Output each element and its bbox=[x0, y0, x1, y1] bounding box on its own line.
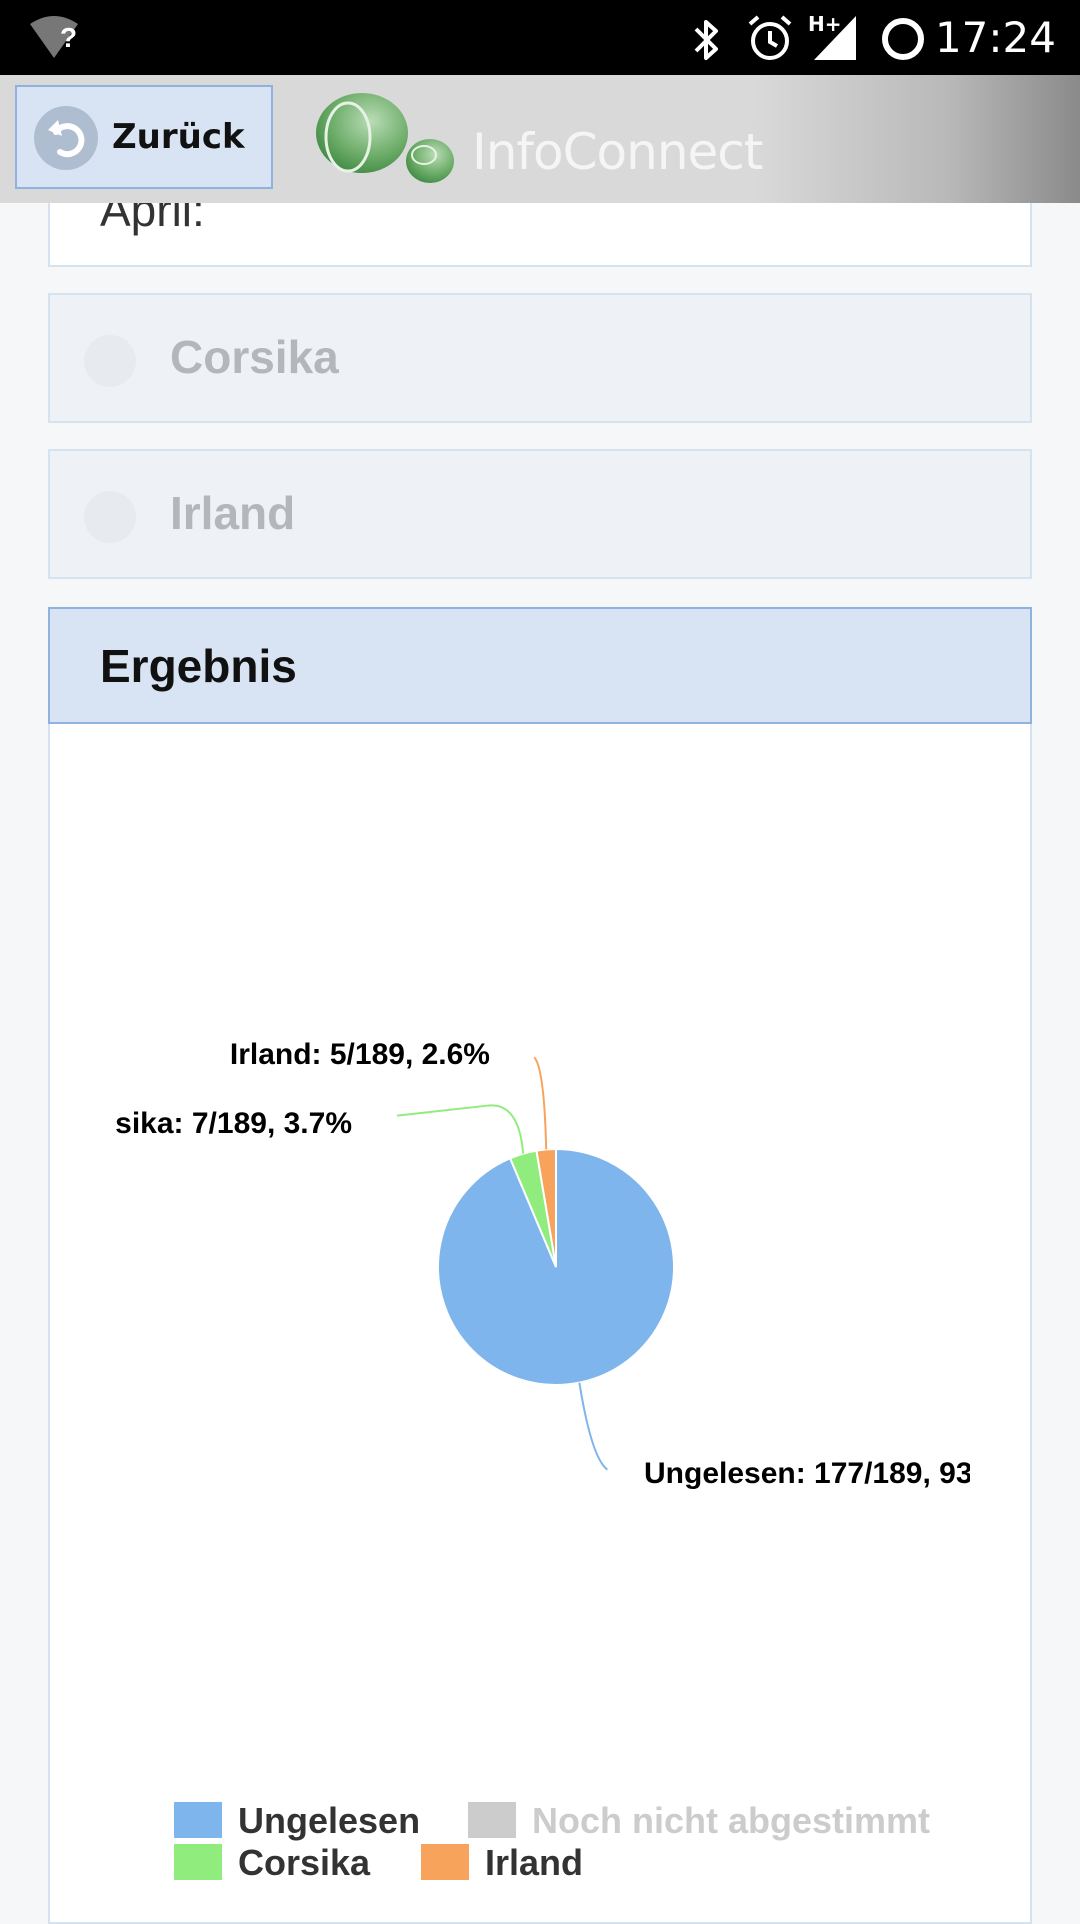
sync-icon bbox=[882, 18, 924, 60]
pie-data-label-corsika: sika: 7/189, 3.7% bbox=[115, 1107, 352, 1140]
pie-chart: Ungelesen: 177/189, 93 sika: 7/189, 3.7% I… bbox=[115, 1038, 973, 1490]
legend-swatch bbox=[468, 1802, 516, 1838]
status-bar: ? H+ 17:24 bbox=[0, 0, 1080, 75]
clock: 17:24 bbox=[934, 13, 1056, 62]
app-name: InfoConnect bbox=[472, 123, 763, 181]
legend-swatch bbox=[174, 1802, 222, 1838]
legend-label: Irland bbox=[485, 1842, 584, 1883]
poll-option-partial-label: April: bbox=[100, 203, 205, 236]
poll-option-irland[interactable]: Irland bbox=[48, 449, 1032, 579]
pie-data-label-ungelesen: Ungelesen: 177/189, 93 bbox=[644, 1457, 973, 1490]
app-header: Zurück InfoConnect bbox=[0, 75, 1080, 203]
wifi-unknown-badge: ? bbox=[60, 22, 78, 53]
poll-option-label: Irland bbox=[170, 487, 296, 539]
legend-swatch bbox=[174, 1844, 222, 1880]
result-title: Ergebnis bbox=[100, 640, 297, 692]
back-button-label: Zurück bbox=[112, 117, 245, 157]
alarm-icon bbox=[748, 15, 792, 60]
radio-button[interactable] bbox=[84, 335, 136, 387]
legend-label: Noch nicht abgestimmt bbox=[532, 1800, 931, 1841]
pie-connector-ungelesen bbox=[578, 1382, 609, 1471]
legend-swatch bbox=[421, 1844, 469, 1880]
pie-connector-corsika bbox=[396, 1104, 525, 1154]
pie-data-label-irland: Irland: 5/189, 2.6% bbox=[230, 1038, 490, 1071]
back-button[interactable]: Zurück bbox=[15, 85, 273, 189]
poll-option-partial[interactable]: April: bbox=[48, 203, 1032, 267]
poll-option-label: Corsika bbox=[170, 331, 339, 383]
back-arrow-icon bbox=[34, 106, 98, 170]
app-logo-icon bbox=[316, 93, 454, 183]
result-chart-panel: Ungelesen: 177/189, 93 sika: 7/189, 3.7% I… bbox=[48, 724, 1032, 1924]
radio-button[interactable] bbox=[84, 491, 136, 543]
result-header[interactable]: Ergebnis bbox=[48, 607, 1032, 724]
signal-icon bbox=[814, 16, 856, 60]
bluetooth-icon bbox=[694, 20, 718, 60]
legend-label: Corsika bbox=[238, 1842, 371, 1883]
pie-connector-irland bbox=[533, 1056, 548, 1150]
legend-label: Ungelesen bbox=[238, 1800, 421, 1841]
poll-option-corsika[interactable]: Corsika bbox=[48, 293, 1032, 423]
